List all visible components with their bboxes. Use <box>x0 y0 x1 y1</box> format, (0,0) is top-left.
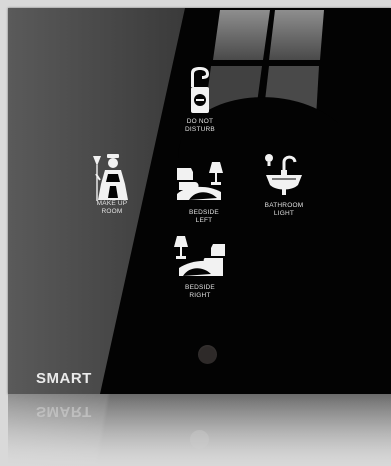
switch-panel-scene: DO NOT DISTURB MAKE UP ROOM BEDSIDE LEFT <box>0 0 391 466</box>
bathroom-light-label: BATHROOM LIGHT <box>264 202 304 217</box>
led-indicator-dot <box>198 345 217 364</box>
bed-lamp-right-icon[interactable] <box>173 234 227 280</box>
smart-switch-panel: DO NOT DISTURB MAKE UP ROOM BEDSIDE LEFT <box>8 8 391 394</box>
bed-lamp-left-icon[interactable] <box>175 160 225 204</box>
bedside-left-label: BEDSIDE LEFT <box>189 209 219 224</box>
do-not-disturb-label: DO NOT DISTURB <box>185 118 215 133</box>
panel-reflection: SMART <box>8 394 391 466</box>
washbasin-bulb-icon[interactable] <box>264 153 304 199</box>
door-hanger-icon[interactable] <box>186 67 214 115</box>
brand-logo-text: SMART <box>36 370 92 387</box>
bedside-right-label: BEDSIDE RIGHT <box>185 284 215 299</box>
make-up-room-label: MAKE UP ROOM <box>96 200 128 215</box>
reflection-fade <box>8 394 391 466</box>
housekeeper-icon[interactable] <box>90 154 130 202</box>
